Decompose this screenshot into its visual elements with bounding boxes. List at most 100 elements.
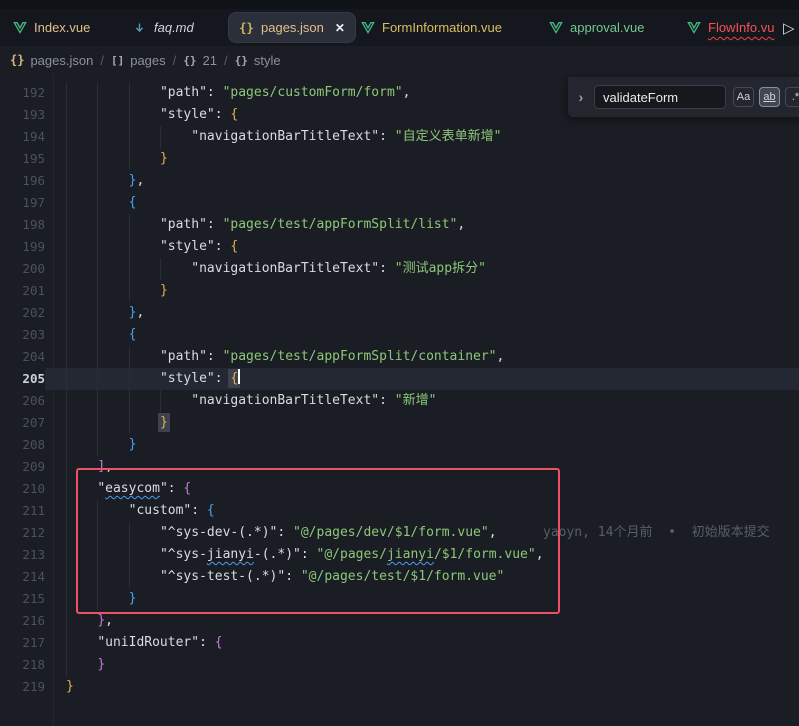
tab-forminformation-vue[interactable]: FormInformation.vue xyxy=(360,9,502,46)
line-number: 215 xyxy=(0,588,45,610)
code-text: } xyxy=(160,280,168,302)
breadcrumb-item-pages[interactable]: []pages xyxy=(111,53,166,68)
tab-flowinfo-vu[interactable]: FlowInfo.vu xyxy=(686,9,774,46)
code-line-218[interactable]: 218} xyxy=(0,654,799,676)
indent-guide xyxy=(97,236,98,258)
find-expand-chevron-icon[interactable]: › xyxy=(568,89,594,105)
token: "style" xyxy=(160,239,215,254)
code-editor[interactable]: 192"path": "pages/customForm/form",193"s… xyxy=(0,74,799,726)
token: } xyxy=(160,283,168,298)
code-text: "^sys-jianyi-(.*)": "@/pages/jianyi/$1/f… xyxy=(160,544,544,566)
indent-guide xyxy=(129,412,130,434)
code-line-198[interactable]: 198"path": "pages/test/appFormSplit/list… xyxy=(0,214,799,236)
token: "uniIdRouter" xyxy=(97,635,199,650)
indent-guide xyxy=(66,258,67,280)
indent-guide xyxy=(66,346,67,368)
code-line-203[interactable]: 203{ xyxy=(0,324,799,346)
window-title-strip xyxy=(0,0,799,9)
code-line-200[interactable]: 200"navigationBarTitleText": "测试app拆分" xyxy=(0,258,799,280)
token: } xyxy=(97,613,105,628)
line-number: 192 xyxy=(0,82,45,104)
breadcrumb-separator: / xyxy=(100,53,104,68)
token: "navigationBarTitleText" xyxy=(191,393,379,408)
line-number: 204 xyxy=(0,346,45,368)
token: "navigationBarTitleText" xyxy=(191,129,379,144)
tab-label: FormInformation.vue xyxy=(382,20,502,35)
run-icon[interactable]: ▷ xyxy=(783,9,795,46)
code-line-206[interactable]: 206"navigationBarTitleText": "新增" xyxy=(0,390,799,412)
line-number: 196 xyxy=(0,170,45,192)
token: : xyxy=(168,481,184,496)
find-input[interactable] xyxy=(594,85,726,109)
line-number: 213 xyxy=(0,544,45,566)
code-line-204[interactable]: 204"path": "pages/test/appFormSplit/cont… xyxy=(0,346,799,368)
find-regex-toggle[interactable]: .* xyxy=(785,87,799,107)
code-text: "path": "pages/customForm/form", xyxy=(160,82,410,104)
code-line-202[interactable]: 202}, xyxy=(0,302,799,324)
token: "custom" xyxy=(129,503,192,518)
git-blame-annotation: yaoyn, 14个月前 • 初始版本提交 xyxy=(543,522,770,544)
indent-guide xyxy=(66,412,67,434)
code-line-209[interactable]: 209], xyxy=(0,456,799,478)
token: { xyxy=(230,107,238,122)
token: : xyxy=(301,547,317,562)
code-text: }, xyxy=(129,302,145,324)
token: "^sys-dev-(.*)" xyxy=(160,525,277,540)
token: : xyxy=(215,371,231,386)
code-line-219[interactable]: 219} xyxy=(0,676,799,698)
token: : xyxy=(379,261,395,276)
tab-pages-json[interactable]: {}pages.json✕ xyxy=(228,12,356,43)
code-line-214[interactable]: 214"^sys-test-(.*)": "@/pages/test/$1/fo… xyxy=(0,566,799,588)
indent-guide xyxy=(66,610,67,632)
code-line-207[interactable]: 207} xyxy=(0,412,799,434)
code-line-217[interactable]: 217"uniIdRouter": { xyxy=(0,632,799,654)
token: , xyxy=(105,613,113,628)
indent-guide xyxy=(97,104,98,126)
token: : xyxy=(215,239,231,254)
token: } xyxy=(160,415,168,430)
indent-guide xyxy=(66,192,67,214)
code-line-196[interactable]: 196}, xyxy=(0,170,799,192)
tab-index-vue[interactable]: Index.vue xyxy=(12,9,90,46)
tab-approval-vue[interactable]: approval.vue xyxy=(548,9,644,46)
indent-guide xyxy=(66,434,67,456)
code-line-216[interactable]: 216}, xyxy=(0,610,799,632)
code-line-195[interactable]: 195} xyxy=(0,148,799,170)
token: "自定义表单新增" xyxy=(395,129,502,144)
code-line-194[interactable]: 194"navigationBarTitleText": "自定义表单新增" xyxy=(0,126,799,148)
code-text: "style": { xyxy=(160,236,238,258)
code-line-215[interactable]: 215} xyxy=(0,588,799,610)
close-icon[interactable]: ✕ xyxy=(335,21,345,35)
find-match-case-toggle[interactable]: Aa xyxy=(733,87,754,107)
token: "@/pages/dev/$1/form.vue" xyxy=(293,525,489,540)
token: } xyxy=(97,657,105,672)
line-number: 209 xyxy=(0,456,45,478)
code-line-199[interactable]: 199"style": { xyxy=(0,236,799,258)
indent-guide xyxy=(97,434,98,456)
token: { xyxy=(230,371,238,386)
indent-guide xyxy=(129,148,130,170)
code-text: } xyxy=(129,588,137,610)
code-line-211[interactable]: 211"custom": { xyxy=(0,500,799,522)
indent-guide xyxy=(97,214,98,236)
code-line-201[interactable]: 201} xyxy=(0,280,799,302)
code-line-210[interactable]: 210"easycom": { xyxy=(0,478,799,500)
find-whole-word-toggle[interactable]: ab xyxy=(759,87,780,107)
indent-guide xyxy=(97,192,98,214)
code-line-197[interactable]: 197{ xyxy=(0,192,799,214)
code-line-205[interactable]: 205"style": { xyxy=(0,368,799,390)
code-text: } xyxy=(66,676,74,698)
token: "@/pages/ xyxy=(317,547,387,562)
code-line-212[interactable]: 212"^sys-dev-(.*)": "@/pages/dev/$1/form… xyxy=(0,522,799,544)
token: "@/pages/test/$1/form.vue" xyxy=(301,569,505,584)
indent-guide xyxy=(66,280,67,302)
code-text: } xyxy=(97,654,105,676)
code-text: "uniIdRouter": { xyxy=(97,632,222,654)
indent-guide xyxy=(129,390,130,412)
tab-faq-md[interactable]: faq.md xyxy=(132,9,194,46)
breadcrumb-item-21[interactable]: {}21 xyxy=(183,53,217,68)
breadcrumb-item-pages-json[interactable]: {}pages.json xyxy=(10,53,93,68)
code-line-208[interactable]: 208} xyxy=(0,434,799,456)
breadcrumb-item-style[interactable]: {}style xyxy=(235,53,281,68)
code-line-213[interactable]: 213 "^sys-jianyi-(.*)": "@/pages/jianyi/$… xyxy=(0,544,799,566)
